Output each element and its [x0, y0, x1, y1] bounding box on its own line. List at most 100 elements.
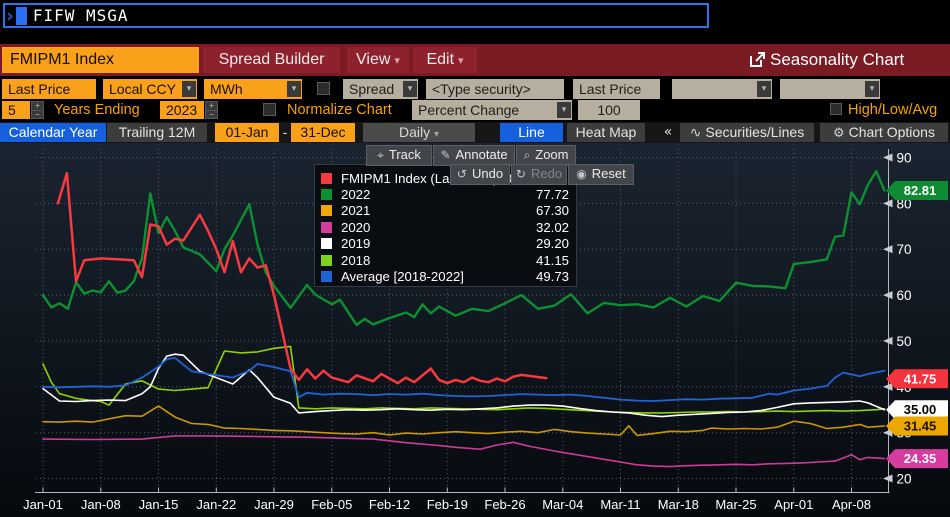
text-cursor — [15, 6, 27, 25]
svg-text:20: 20 — [897, 472, 912, 487]
bloomberg-terminal-screen: › FIFW MSGA FMIPM1 Index Spread Builder … — [0, 0, 950, 517]
export-icon[interactable] — [749, 51, 766, 68]
chart-options-button[interactable]: ⚙ Chart Options — [820, 123, 948, 142]
svg-text:Jan-08: Jan-08 — [81, 497, 121, 512]
tab-calendar-year[interactable]: Calendar Year — [0, 123, 106, 142]
svg-text:82.81: 82.81 — [904, 183, 937, 198]
legend-swatch-2022 — [321, 189, 332, 201]
tab-heat-map[interactable]: Heat Map — [567, 123, 645, 142]
svg-text:60: 60 — [897, 288, 912, 303]
legend-row: 2021 67.30 — [321, 203, 569, 219]
track-button[interactable]: ⌖ Track — [366, 145, 432, 166]
svg-text:Mar-11: Mar-11 — [600, 497, 640, 512]
svg-text:Feb-19: Feb-19 — [427, 497, 468, 512]
collapse-panel-button[interactable]: « — [660, 123, 676, 142]
unit-dropdown[interactable]: MWh ▾ — [204, 79, 302, 99]
ending-year-field[interactable]: 2023 — [160, 101, 204, 119]
gear-icon: ⚙ — [833, 126, 845, 141]
type-security-input[interactable]: <Type security> — [426, 79, 564, 99]
annotate-button[interactable]: ✎ Annotate — [433, 145, 515, 166]
chevron-down-icon: ▾ — [458, 54, 464, 67]
chevron-down-icon[interactable]: ▾ — [757, 81, 771, 97]
page-title: Seasonality Chart — [770, 50, 905, 69]
svg-text:Jan-01: Jan-01 — [23, 497, 63, 512]
redo-icon: ↻ — [515, 167, 526, 181]
svg-text:70: 70 — [897, 242, 912, 257]
frequency-dropdown[interactable]: Daily ▾ — [363, 123, 475, 142]
chevron-down-icon[interactable]: ▾ — [287, 81, 301, 97]
years-ending-label: Years Ending — [54, 102, 140, 118]
normalize-chart-checkbox[interactable] — [263, 103, 276, 116]
svg-text:41.75: 41.75 — [904, 371, 937, 386]
line-chart-icon: ∿ — [689, 125, 702, 141]
command-line-input[interactable]: › FIFW MSGA — [3, 3, 709, 28]
normalize-chart-label: Normalize Chart — [287, 102, 392, 118]
svg-text:Jan-15: Jan-15 — [139, 497, 179, 512]
view-menu-button[interactable]: View ▾ — [347, 47, 409, 73]
price-type-field-2[interactable]: Last Price — [573, 79, 660, 99]
svg-text:Jan-22: Jan-22 — [196, 497, 236, 512]
svg-text:Feb-26: Feb-26 — [484, 497, 525, 512]
tab-line-chart[interactable]: Line — [500, 123, 563, 142]
date-separator: - — [282, 124, 288, 140]
securities-lines-button[interactable]: ∿ Securities/Lines — [680, 123, 814, 142]
svg-text:Jan-29: Jan-29 — [254, 497, 294, 512]
svg-text:Mar-04: Mar-04 — [542, 497, 583, 512]
end-date-field[interactable]: 31-Dec — [291, 123, 355, 142]
edit-menu-button[interactable]: Edit ▾ — [413, 47, 477, 73]
svg-text:Feb-12: Feb-12 — [369, 497, 410, 512]
spread-checkbox[interactable] — [317, 82, 330, 95]
legend-swatch-2021 — [321, 205, 332, 217]
svg-text:24.35: 24.35 — [904, 451, 937, 466]
legend-swatch-2020 — [321, 221, 332, 233]
empty-dropdown-1[interactable]: ▾ — [672, 79, 772, 99]
reset-button[interactable]: ◉ Reset — [568, 164, 634, 185]
start-date-field[interactable]: 01-Jan — [215, 123, 279, 142]
magnifier-icon: ⌕ — [523, 148, 531, 162]
years-count-field[interactable]: 5 — [2, 101, 30, 119]
normalize-mode-dropdown[interactable]: Percent Change ▾ — [412, 100, 572, 120]
legend-row: Average [2018-2022] 49.73 — [321, 268, 569, 284]
spread-builder-button[interactable]: Spread Builder — [203, 47, 340, 73]
high-low-avg-label: High/Low/Avg — [848, 102, 938, 118]
svg-text:Apr-08: Apr-08 — [832, 497, 871, 512]
chevron-down-icon[interactable]: ▾ — [182, 81, 196, 97]
reset-icon: ◉ — [576, 167, 587, 181]
svg-text:Mar-25: Mar-25 — [715, 497, 756, 512]
security-field[interactable]: FMIPM1 Index — [2, 47, 199, 73]
undo-button[interactable]: ↺ Undo — [450, 164, 510, 185]
svg-text:Apr-01: Apr-01 — [774, 497, 813, 512]
prompt-chevron-icon: › — [6, 4, 14, 27]
redo-button[interactable]: ↻ Redo — [511, 164, 567, 185]
spread-dropdown[interactable]: Spread ▾ — [343, 79, 418, 99]
legend-swatch-average — [321, 271, 332, 283]
chevron-down-icon[interactable]: ▾ — [557, 102, 571, 118]
command-text[interactable]: FIFW MSGA — [33, 6, 129, 25]
year-stepper[interactable]: + − — [205, 101, 218, 119]
currency-dropdown[interactable]: Local CCY ▾ — [103, 79, 197, 99]
legend-swatch-2023 — [321, 172, 332, 184]
chevron-down-icon[interactable]: ▾ — [865, 81, 879, 97]
svg-text:31.45: 31.45 — [904, 419, 937, 434]
zoom-button[interactable]: ⌕ Zoom — [516, 145, 576, 166]
svg-text:50: 50 — [897, 334, 912, 349]
chevron-down-icon: ▾ — [433, 129, 440, 140]
legend-row: 2020 32.02 — [321, 219, 569, 235]
price-type-field[interactable]: Last Price — [2, 79, 96, 99]
legend-row: 2019 29.20 — [321, 236, 569, 252]
svg-text:Feb-05: Feb-05 — [311, 497, 352, 512]
legend-swatch-2018 — [321, 254, 332, 266]
high-low-avg-checkbox[interactable] — [830, 103, 842, 115]
legend-row: 2018 41.15 — [321, 252, 569, 268]
svg-text:35.00: 35.00 — [904, 402, 937, 417]
pencil-icon: ✎ — [440, 148, 451, 162]
undo-icon: ↺ — [456, 167, 467, 181]
base-value-field[interactable]: 100 — [578, 100, 640, 120]
tab-trailing-12m[interactable]: Trailing 12M — [107, 123, 207, 142]
legend-swatch-2019 — [321, 238, 332, 250]
chevron-down-icon: ▾ — [394, 54, 400, 67]
years-stepper[interactable]: + − — [31, 101, 44, 119]
chevron-down-icon[interactable]: ▾ — [403, 81, 417, 97]
svg-text:Mar-18: Mar-18 — [658, 497, 699, 512]
empty-dropdown-2[interactable]: ▾ — [780, 79, 880, 99]
